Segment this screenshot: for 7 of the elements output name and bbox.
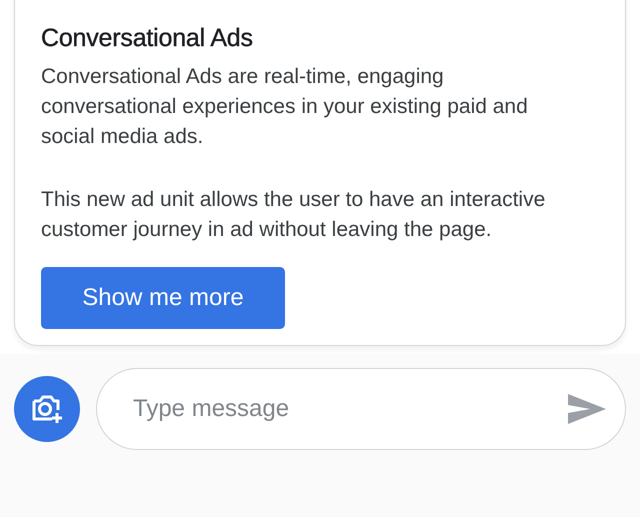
show-more-button[interactable]: Show me more — [41, 267, 285, 329]
camera-plus-icon — [30, 393, 64, 425]
card-text: This new ad unit allows the user to have an interactive customer journey in ad without leaving the page. — [41, 187, 546, 243]
card-title: Conversational Ads — [41, 23, 254, 54]
card-text: Conversational Ads are real-time, engaging conversational experiences in your existing paid and social media ads. — [41, 64, 529, 150]
message-field[interactable]: Type message — [96, 368, 626, 450]
send-icon[interactable] — [568, 394, 606, 424]
